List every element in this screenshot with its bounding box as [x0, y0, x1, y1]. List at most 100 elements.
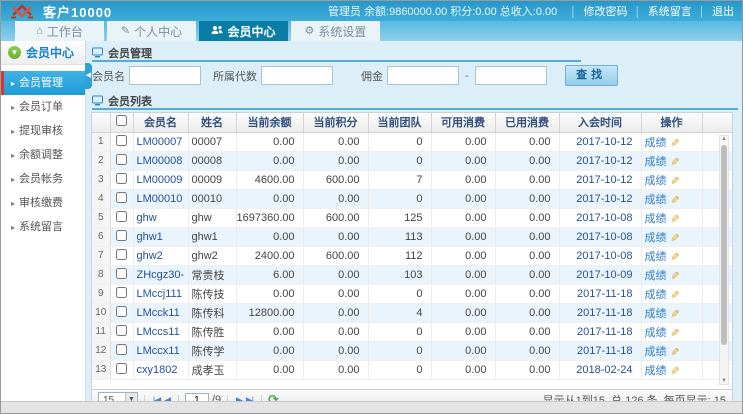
edit-pencil-icon[interactable]: ✎: [668, 327, 681, 336]
row-number-cell: 13: [92, 360, 111, 380]
sidebar-item-link[interactable]: ▸ 会员订单: [1, 95, 85, 119]
tab-label: 系统设置: [318, 24, 367, 39]
score-link[interactable]: 成绩: [645, 213, 667, 225]
sidebar-item-link[interactable]: ▸ 审核缴费: [1, 191, 85, 215]
cell-real-name: ghw2: [188, 246, 237, 266]
system-message-link[interactable]: 系统留言: [628, 3, 692, 19]
edit-pencil-icon[interactable]: ✎: [668, 308, 681, 317]
cell-team: 103: [368, 265, 432, 285]
row-checkbox[interactable]: [116, 267, 127, 279]
row-checkbox[interactable]: [116, 229, 127, 241]
score-link[interactable]: 成绩: [645, 175, 667, 187]
edit-pencil-icon[interactable]: ✎: [668, 251, 681, 260]
section-title: 会员管理: [108, 47, 152, 60]
edit-pencil-icon[interactable]: ✎: [668, 213, 681, 222]
row-checkbox[interactable]: [116, 305, 127, 317]
sidebar-item-active[interactable]: ▸ 会员管理: [1, 71, 85, 95]
tab-system-settings[interactable]: ⚙ 系统设置: [291, 21, 380, 41]
edit-pencil-icon[interactable]: ✎: [668, 175, 681, 184]
cell-member-name: LM00008: [133, 151, 189, 171]
logout-link[interactable]: 退出: [692, 3, 734, 19]
scroll-down-icon[interactable]: ▼: [720, 378, 728, 384]
table-row: 3 LM00009 00009 4600.00 600.00 7 0.00 0.00 2017-…: [92, 170, 732, 190]
row-checkbox[interactable]: [116, 191, 127, 203]
edit-pencil-icon[interactable]: ✎: [668, 289, 681, 298]
column-header: 当前余额: [235, 113, 304, 133]
brand-logo-icon: [11, 3, 33, 18]
row-checkbox[interactable]: [116, 134, 127, 146]
sidebar-item-link[interactable]: ▸ 提现审核: [1, 119, 85, 143]
section-title: 会员列表: [108, 95, 152, 108]
row-checkbox[interactable]: [116, 286, 127, 298]
row-number-cell: 9: [92, 284, 111, 304]
select-all-checkbox[interactable]: [116, 115, 127, 127]
row-checkbox[interactable]: [116, 210, 127, 222]
tab-label: 个人中心: [134, 24, 183, 39]
member-name-input[interactable]: [129, 66, 201, 85]
generation-input[interactable]: [261, 66, 333, 85]
main-tabbar: ⌂ 工作台 ✎ 个人中心 会员中心 ⚙ 系统设置: [1, 21, 742, 41]
table-row: 5 ghw ghw 1697360.00 600.00 125 0.00 0.00 2017-1…: [92, 208, 732, 228]
search-button[interactable]: 查找: [564, 65, 618, 86]
row-checkbox[interactable]: [116, 248, 127, 260]
edit-pencil-icon[interactable]: ✎: [668, 137, 681, 146]
score-link[interactable]: 成绩: [645, 365, 667, 377]
cell-real-name: 陈传学: [188, 341, 237, 361]
cell-join-date: 2017-10-09: [559, 265, 642, 285]
commission-max-input[interactable]: [474, 66, 547, 85]
score-link[interactable]: 成绩: [645, 327, 667, 339]
score-link[interactable]: 成绩: [645, 251, 667, 263]
score-link[interactable]: 成绩: [645, 270, 667, 282]
cell-balance: 4600.00: [236, 170, 304, 190]
edit-pencil-icon[interactable]: ✎: [668, 365, 681, 374]
bottom-strip: [1, 401, 742, 413]
cell-join-date: 2017-10-08: [559, 208, 642, 228]
tab-member-center[interactable]: 会员中心: [199, 21, 288, 41]
scrollbar-thumb[interactable]: [721, 145, 727, 345]
sidebar-header[interactable]: ▼ 会员中心: [1, 41, 85, 65]
cell-balance: 0.00: [236, 189, 304, 209]
score-link[interactable]: 成绩: [645, 346, 667, 358]
row-checkbox[interactable]: [116, 362, 127, 374]
column-header: 入会时间: [558, 113, 642, 133]
edit-pencil-icon[interactable]: ✎: [668, 346, 681, 355]
cell-available: 0.00: [431, 322, 496, 342]
cell-available: 0.00: [431, 151, 496, 171]
row-checkbox-cell: [110, 151, 134, 171]
score-link[interactable]: 成绩: [645, 232, 667, 244]
row-checkbox[interactable]: [116, 172, 127, 184]
edit-pencil-icon[interactable]: ✎: [668, 270, 681, 279]
change-password-link[interactable]: 修改密码: [563, 3, 628, 19]
scroll-up-icon[interactable]: ▲: [720, 136, 728, 142]
cell-balance: 1697360.00: [236, 208, 304, 228]
cell-used: 0.00: [495, 227, 560, 247]
score-link[interactable]: 成绩: [645, 156, 667, 168]
score-link[interactable]: 成绩: [645, 194, 667, 206]
tab-personal-center[interactable]: ✎ 个人中心: [107, 21, 196, 41]
edit-pencil-icon[interactable]: ✎: [668, 156, 681, 165]
sidebar-item-link[interactable]: ▸ 会员帐务: [1, 167, 85, 191]
cell-join-date: 2017-11-18: [559, 322, 642, 342]
sidebar-collapse-handle[interactable]: ◀: [85, 63, 92, 89]
commission-min-input[interactable]: [387, 66, 459, 85]
cell-team: 0: [368, 341, 432, 361]
edit-pencil-icon[interactable]: ✎: [668, 232, 681, 241]
score-link[interactable]: 成绩: [645, 289, 667, 301]
row-number-cell: 10: [92, 303, 111, 323]
cell-available: 0.00: [431, 132, 496, 152]
row-checkbox[interactable]: [116, 153, 127, 165]
cell-points: 0.00: [303, 360, 369, 380]
sidebar-item-link[interactable]: ▸ 余额调整: [1, 143, 85, 167]
sidebar-item-link[interactable]: ▸ 系统留言: [1, 215, 85, 239]
table-row: 11 LMccs11 陈传胜 0.00 0.00 0 0.00 0.00 2017-11-18 成…: [92, 322, 732, 342]
edit-pencil-icon[interactable]: ✎: [668, 194, 681, 203]
score-link[interactable]: 成绩: [645, 308, 667, 320]
score-link[interactable]: 成绩: [645, 137, 667, 149]
cell-points: 0.00: [303, 284, 369, 304]
row-checkbox[interactable]: [116, 324, 127, 336]
tab-workbench[interactable]: ⌂ 工作台: [15, 21, 104, 41]
row-checkbox[interactable]: [116, 343, 127, 355]
window-title: 客户10000: [43, 4, 113, 20]
cell-member-name: ZHcgz30-: [133, 265, 189, 285]
table-scrollbar[interactable]: ▲ ▼: [719, 135, 729, 385]
